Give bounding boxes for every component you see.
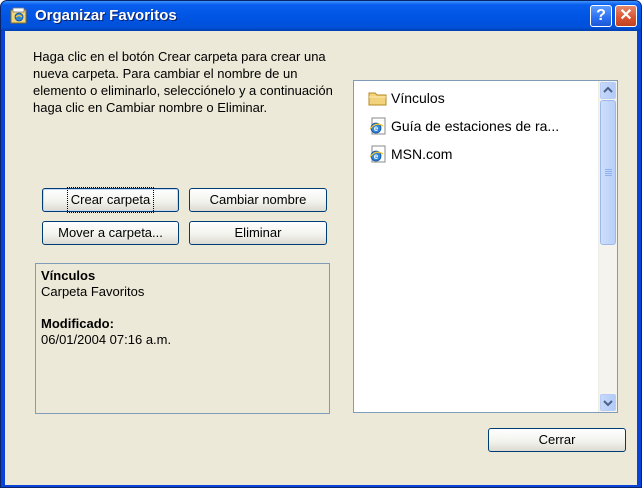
- details-type: Carpeta Favoritos: [41, 284, 145, 299]
- close-button-label: Cerrar: [538, 432, 576, 447]
- move-to-folder-label: Mover a carpeta...: [58, 225, 163, 240]
- help-icon: ?: [596, 7, 606, 24]
- list-scrollbar[interactable]: [598, 81, 617, 412]
- grip-line: [605, 169, 612, 170]
- ie-page-icon: e: [369, 117, 386, 135]
- details-modified-label: Modificado:: [41, 316, 114, 331]
- grip-line: [605, 173, 612, 174]
- close-button[interactable]: Cerrar: [488, 428, 626, 452]
- move-to-folder-button[interactable]: Mover a carpeta...: [42, 221, 179, 245]
- grip-line: [605, 171, 612, 172]
- list-item[interactable]: Vínculos: [354, 84, 598, 112]
- close-window-button[interactable]: ✕: [615, 5, 637, 27]
- organize-favorites-window: Organizar Favoritos ? ✕ Haga clic en el …: [0, 0, 642, 488]
- favorites-list[interactable]: Vínculos e Guía de estaciones de ra... e: [353, 80, 618, 413]
- instructions-text: Haga clic en el botón Crear carpeta para…: [33, 49, 333, 115]
- title-bar[interactable]: Organizar Favoritos ? ✕: [1, 1, 641, 31]
- delete-button[interactable]: Eliminar: [189, 221, 327, 245]
- grip-line: [605, 175, 612, 176]
- item-details-panel: Vínculos Carpeta Favoritos Modificado: 0…: [35, 263, 330, 414]
- create-folder-button[interactable]: Crear carpeta: [42, 187, 179, 213]
- create-folder-label: Crear carpeta: [66, 187, 155, 213]
- scroll-down-button[interactable]: [600, 394, 616, 411]
- folder-icon: [368, 92, 387, 106]
- ie-page-icon: e: [369, 145, 386, 163]
- scroll-thumb[interactable]: [600, 100, 616, 245]
- favorites-items: Vínculos e Guía de estaciones de ra... e: [354, 81, 598, 168]
- scroll-up-button[interactable]: [600, 82, 616, 99]
- close-icon: ✕: [619, 7, 633, 24]
- rename-button[interactable]: Cambiar nombre: [189, 188, 327, 212]
- window-title: Organizar Favoritos: [35, 7, 177, 24]
- details-name: Vínculos: [41, 268, 96, 283]
- help-button[interactable]: ?: [590, 5, 612, 27]
- list-item-label: MSN.com: [391, 146, 453, 162]
- details-spacer: [41, 300, 324, 316]
- list-item[interactable]: e MSN.com: [354, 140, 598, 168]
- rename-label: Cambiar nombre: [209, 192, 307, 207]
- chevron-down-icon: [603, 400, 613, 407]
- delete-label: Eliminar: [234, 225, 282, 240]
- favorites-window-icon: [10, 7, 27, 24]
- list-item-label: Guía de estaciones de ra...: [391, 118, 560, 134]
- list-item[interactable]: e Guía de estaciones de ra...: [354, 112, 598, 140]
- list-item-label: Vínculos: [391, 90, 445, 106]
- details-modified-value: 06/01/2004 07:16 a.m.: [41, 332, 172, 347]
- chevron-up-icon: [603, 86, 613, 93]
